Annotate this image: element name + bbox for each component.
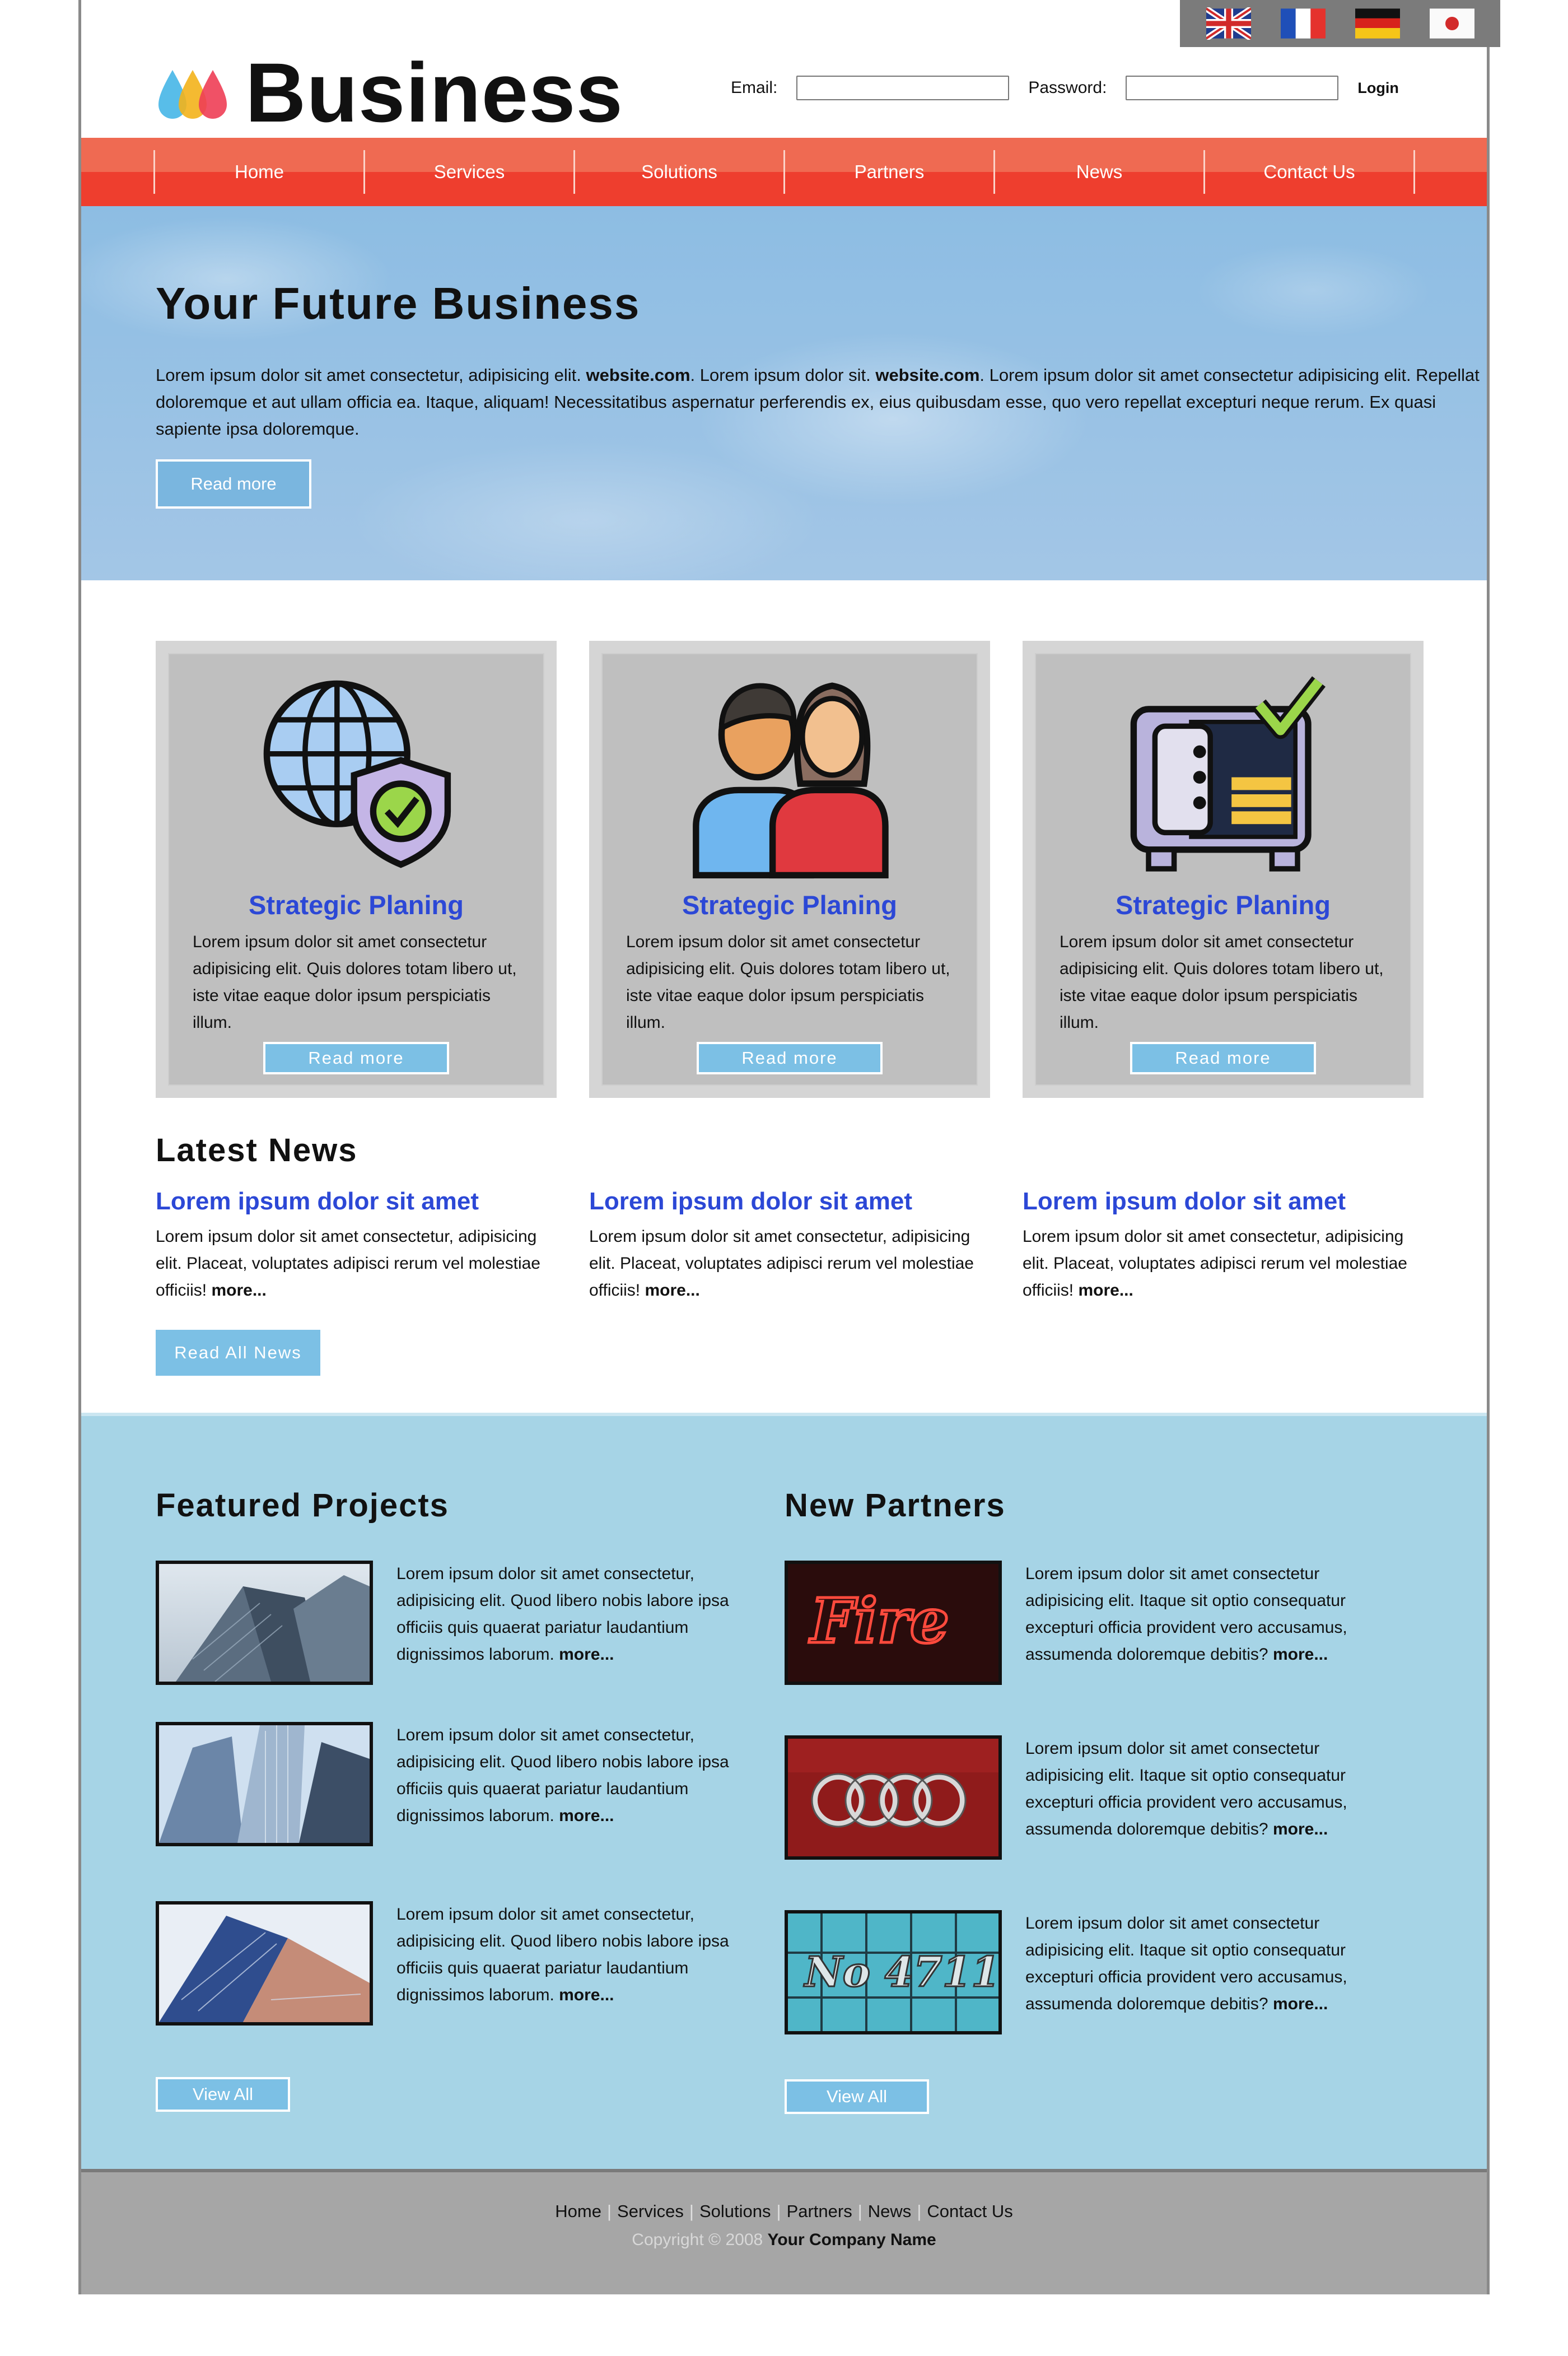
footer-link-solutions[interactable]: Solutions bbox=[699, 2201, 771, 2221]
partner-more-link[interactable]: more... bbox=[1273, 1820, 1328, 1838]
projects-view-all-button[interactable]: View All bbox=[156, 2077, 290, 2112]
partner-image[interactable] bbox=[785, 1735, 1002, 1860]
feature-text: Lorem ipsum dolor sit amet consectetur a… bbox=[1060, 933, 1384, 1032]
partners-view-all-button[interactable]: View All bbox=[785, 2079, 929, 2114]
news-item-title[interactable]: Lorem ipsum dolor sit amet bbox=[156, 1188, 559, 1216]
partner-item: Lorem ipsum dolor sit amet consectetur a… bbox=[785, 1735, 1373, 1860]
nav-item-solutions[interactable]: Solutions bbox=[575, 150, 785, 194]
project-item: Lorem ipsum dolor sit amet consectetur, … bbox=[156, 1901, 744, 2026]
partner-more-link[interactable]: more... bbox=[1273, 1645, 1328, 1664]
read-all-news-button[interactable]: Read All News bbox=[156, 1330, 320, 1376]
nav-item-home[interactable]: Home bbox=[155, 150, 365, 194]
project-text: Lorem ipsum dolor sit amet consectetur, … bbox=[396, 1565, 729, 1664]
news-item-text: Lorem ipsum dolor sit amet consectetur, … bbox=[589, 1227, 974, 1300]
feature-card: Strategic Planing Lorem ipsum dolor sit … bbox=[589, 641, 990, 1098]
germany-flag-icon[interactable] bbox=[1355, 7, 1400, 40]
news-item-text: Lorem ipsum dolor sit amet consectetur, … bbox=[156, 1227, 540, 1300]
news-more-link[interactable]: more... bbox=[1078, 1281, 1133, 1300]
nav-item-services[interactable]: Services bbox=[365, 150, 575, 194]
news-item: Lorem ipsum dolor sit amet Lorem ipsum d… bbox=[156, 1188, 559, 1304]
feature-title: Strategic Planing bbox=[682, 890, 897, 920]
projects-partners-section: Featured Projects New Partners Lorem ips… bbox=[81, 1413, 1487, 2172]
project-item: Lorem ipsum dolor sit amet consectetur, … bbox=[156, 1561, 744, 1685]
project-more-link[interactable]: more... bbox=[559, 1645, 614, 1664]
partner-more-link[interactable]: more... bbox=[1273, 1995, 1328, 2013]
partner-text: Lorem ipsum dolor sit amet consectetur a… bbox=[1025, 1914, 1347, 2013]
news-item: Lorem ipsum dolor sit amet Lorem ipsum d… bbox=[589, 1188, 992, 1304]
footer-links: Home | Services | Solutions | Partners | News | Co… bbox=[555, 2201, 1013, 2221]
login-button[interactable]: Login bbox=[1357, 80, 1398, 97]
project-text: Lorem ipsum dolor sit amet consectetur, … bbox=[396, 1905, 729, 2004]
news-item-title[interactable]: Lorem ipsum dolor sit amet bbox=[1023, 1188, 1426, 1216]
password-label: Password: bbox=[1028, 78, 1107, 97]
project-more-link[interactable]: more... bbox=[559, 1806, 614, 1825]
france-flag-icon[interactable] bbox=[1280, 7, 1326, 40]
news-more-link[interactable]: more... bbox=[645, 1281, 699, 1300]
hero-read-more-button[interactable]: Read more bbox=[156, 459, 311, 509]
news-item: Lorem ipsum dolor sit amet Lorem ipsum d… bbox=[1023, 1188, 1426, 1304]
footer-link-services[interactable]: Services bbox=[617, 2201, 684, 2221]
partner-item: Fire Lorem ipsum dolor sit amet consecte… bbox=[785, 1561, 1373, 1685]
logo-text: Business bbox=[245, 45, 623, 139]
logo[interactable]: Business bbox=[156, 50, 623, 134]
project-more-link[interactable]: more... bbox=[559, 1986, 614, 2004]
feature-card: Strategic Planing Lorem ipsum dolor sit … bbox=[156, 641, 557, 1098]
color-drops-icon bbox=[158, 70, 227, 119]
news-item-title[interactable]: Lorem ipsum dolor sit amet bbox=[589, 1188, 992, 1216]
copyright: Copyright © 2008 Your Company Name bbox=[632, 2231, 936, 2249]
news-item-text: Lorem ipsum dolor sit amet consectetur, … bbox=[1023, 1227, 1407, 1300]
hero-banner: Your Future Business Lorem ipsum dolor s… bbox=[81, 206, 1487, 580]
page-container: Business Email: Password: Login Home Ser… bbox=[78, 0, 1500, 2294]
nav-item-news[interactable]: News bbox=[995, 150, 1205, 194]
nav-item-contact-us[interactable]: Contact Us bbox=[1205, 150, 1415, 194]
feature-read-more-button[interactable]: Read more bbox=[1130, 1042, 1316, 1074]
footer-link-news[interactable]: News bbox=[868, 2201, 912, 2221]
project-image[interactable] bbox=[156, 1722, 373, 1846]
feature-read-more-button[interactable]: Read more bbox=[697, 1042, 883, 1074]
project-text: Lorem ipsum dolor sit amet consectetur, … bbox=[396, 1726, 729, 1825]
nav-item-partners[interactable]: Partners bbox=[785, 150, 995, 194]
feature-text: Lorem ipsum dolor sit amet consectetur a… bbox=[193, 933, 517, 1032]
partner-image[interactable]: No 4711 bbox=[785, 1910, 1002, 2034]
uk-flag-icon[interactable] bbox=[1206, 7, 1251, 40]
hero-title: Your Future Business bbox=[156, 278, 641, 328]
login-form: Email: Password: Login bbox=[731, 76, 1399, 100]
news-section-title: Latest News bbox=[156, 1132, 358, 1168]
language-selector bbox=[1180, 0, 1500, 47]
feature-text: Lorem ipsum dolor sit amet consectetur a… bbox=[626, 933, 950, 1032]
globe-shield-icon bbox=[263, 680, 451, 868]
news-more-link[interactable]: more... bbox=[211, 1281, 266, 1300]
footer-link-home[interactable]: Home bbox=[555, 2201, 601, 2221]
partner-item: No 4711 Lorem ipsum dolor sit amet conse… bbox=[785, 1910, 1373, 2034]
features-section: Strategic Planing Lorem ipsum dolor sit … bbox=[156, 641, 1424, 1098]
feature-read-more-button[interactable]: Read more bbox=[263, 1042, 449, 1074]
password-field[interactable] bbox=[1126, 76, 1339, 100]
japan-flag-icon[interactable] bbox=[1429, 7, 1474, 40]
footer-link-partners[interactable]: Partners bbox=[787, 2201, 852, 2221]
feature-title: Strategic Planing bbox=[249, 890, 464, 920]
partner-image[interactable]: Fire bbox=[785, 1561, 1002, 1685]
project-image[interactable] bbox=[156, 1901, 373, 2026]
feature-title: Strategic Planing bbox=[1116, 890, 1331, 920]
projects-title: Featured Projects bbox=[156, 1487, 449, 1524]
partners-title: New Partners bbox=[785, 1487, 1006, 1524]
project-item: Lorem ipsum dolor sit amet consectetur, … bbox=[156, 1722, 744, 1846]
partner-number-sign: No 4711 bbox=[804, 1948, 998, 1996]
team-icon bbox=[693, 682, 889, 879]
partner-text: Lorem ipsum dolor sit amet consectetur a… bbox=[1025, 1565, 1347, 1664]
footer: Home | Services | Solutions | Partners | News | Co… bbox=[81, 2169, 1487, 2294]
company-name: Your Company Name bbox=[767, 2231, 936, 2249]
email-label: Email: bbox=[731, 78, 778, 97]
hero-text: Lorem ipsum dolor sit amet consectetur, … bbox=[156, 365, 1480, 439]
main-nav: Home Services Solutions Partners News Co… bbox=[81, 138, 1487, 206]
project-image[interactable] bbox=[156, 1561, 373, 1685]
feature-card: Strategic Planing Lorem ipsum dolor sit … bbox=[1023, 641, 1424, 1098]
partner-fire-sign: Fire bbox=[809, 1585, 949, 1657]
safe-check-icon bbox=[1130, 676, 1326, 872]
footer-link-contact-us[interactable]: Contact Us bbox=[927, 2201, 1012, 2221]
email-field[interactable] bbox=[796, 76, 1010, 100]
partner-text: Lorem ipsum dolor sit amet consectetur a… bbox=[1025, 1739, 1347, 1838]
